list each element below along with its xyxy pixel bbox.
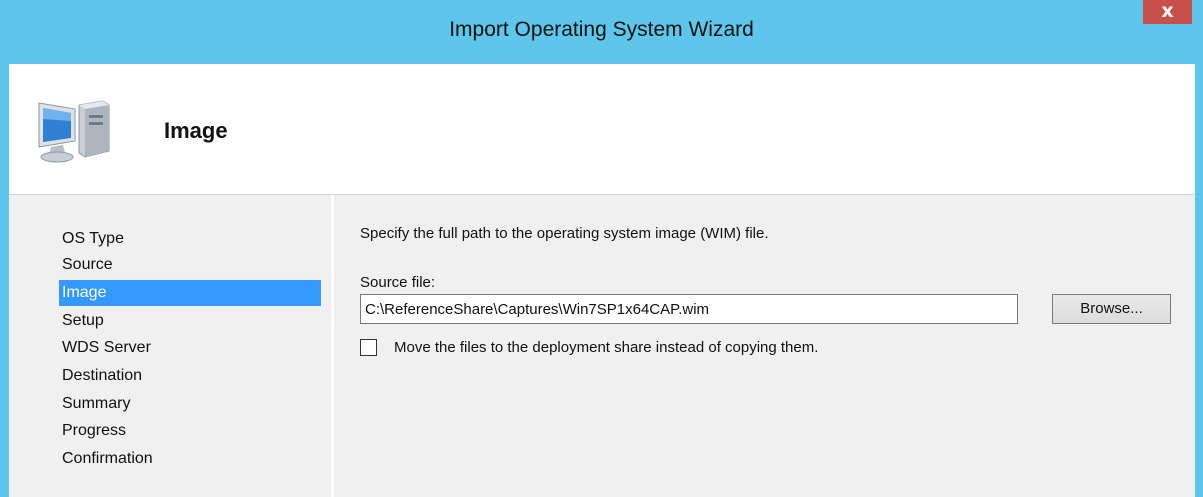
source-file-input[interactable] [360,294,1018,324]
nav-item-os-type[interactable]: OS Type [59,226,321,252]
title-bar[interactable]: Import Operating System Wizard x [0,0,1203,64]
instruction-text: Specify the full path to the operating s… [360,225,769,242]
client-area: Image OS Type Source Image Setup WDS Ser… [9,64,1195,497]
nav-item-wds-server[interactable]: WDS Server [59,335,321,361]
source-file-label: Source file: [360,274,436,291]
window-title: Import Operating System Wizard [449,18,754,41]
content-pane: Specify the full path to the operating s… [334,195,1195,497]
browse-button[interactable]: Browse... [1052,294,1171,324]
nav-item-confirmation[interactable]: Confirmation [59,446,321,472]
nav-item-progress[interactable]: Progress [59,418,321,444]
move-files-checkbox[interactable] [360,339,377,356]
close-button[interactable]: x [1143,0,1192,24]
nav-item-image[interactable]: Image [59,280,321,306]
nav-item-summary[interactable]: Summary [59,391,321,417]
move-files-label[interactable]: Move the files to the deployment share i… [394,339,818,356]
nav-item-source[interactable]: Source [59,252,321,278]
wizard-steps-nav: OS Type Source Image Setup WDS Server De… [9,195,331,497]
wizard-window: Import Operating System Wizard x Image O… [0,0,1203,497]
page-title: Image [164,118,228,143]
nav-item-destination[interactable]: Destination [59,363,321,389]
wizard-header: Image [9,64,1195,195]
nav-item-setup[interactable]: Setup [59,308,321,334]
computer-icon [35,91,113,169]
